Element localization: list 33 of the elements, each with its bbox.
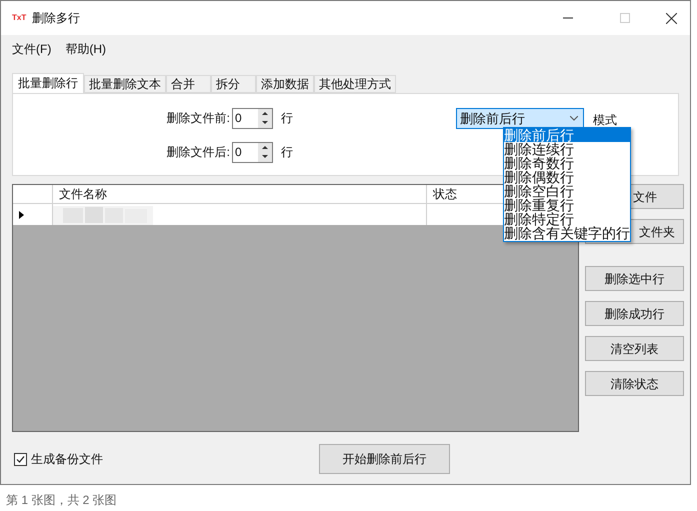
field-label: 删除文件前: bbox=[166, 110, 230, 127]
window-title: 删除多行 bbox=[32, 10, 80, 27]
column-header[interactable]: 文件名称 bbox=[53, 185, 427, 203]
unit-label: 行 bbox=[281, 110, 293, 127]
chevron-down-icon bbox=[570, 116, 578, 121]
action-button[interactable]: 删除成功行 bbox=[585, 301, 684, 326]
start-button[interactable]: 开始删除前后行 bbox=[319, 444, 450, 474]
field-label: 删除文件后: bbox=[166, 144, 230, 161]
tab[interactable]: 拆分 bbox=[211, 75, 256, 93]
unit-label: 行 bbox=[281, 144, 293, 161]
mode-label: 模式 bbox=[593, 112, 617, 129]
dropdown-option[interactable]: 删除前后行 bbox=[504, 128, 630, 142]
action-button[interactable]: 删除选中行 bbox=[585, 266, 684, 291]
checkbox-label: 生成备份文件 bbox=[31, 451, 103, 468]
tab[interactable]: 批量删除行 bbox=[12, 73, 84, 93]
backup-checkbox[interactable] bbox=[14, 452, 27, 466]
close-icon[interactable] bbox=[666, 12, 677, 24]
tab[interactable]: 批量删除文本 bbox=[84, 75, 166, 93]
number-spinner[interactable]: 0 bbox=[232, 142, 273, 162]
dropdown-option[interactable]: 删除偶数行 bbox=[504, 170, 630, 184]
dropdown-option[interactable]: 删除连续行 bbox=[504, 142, 630, 156]
tab[interactable]: 合并 bbox=[166, 75, 211, 93]
action-button[interactable]: 清除状态 bbox=[585, 371, 684, 396]
tab[interactable]: 其他处理方式 bbox=[314, 75, 396, 93]
number-spinner[interactable]: 0 bbox=[232, 108, 273, 128]
menu-item[interactable]: 帮助(H) bbox=[61, 40, 110, 58]
mode-dropdown[interactable]: 删除前后行 bbox=[456, 108, 584, 129]
tab[interactable]: 添加数据 bbox=[256, 75, 314, 93]
menu-item[interactable]: 文件(F) bbox=[8, 40, 56, 58]
action-button[interactable]: 清空列表 bbox=[585, 336, 684, 361]
caption: 第 1 张图，共 2 张图 bbox=[6, 492, 117, 509]
dropdown-option[interactable]: 删除奇数行 bbox=[504, 156, 630, 170]
app-logo: TxT bbox=[12, 12, 26, 24]
